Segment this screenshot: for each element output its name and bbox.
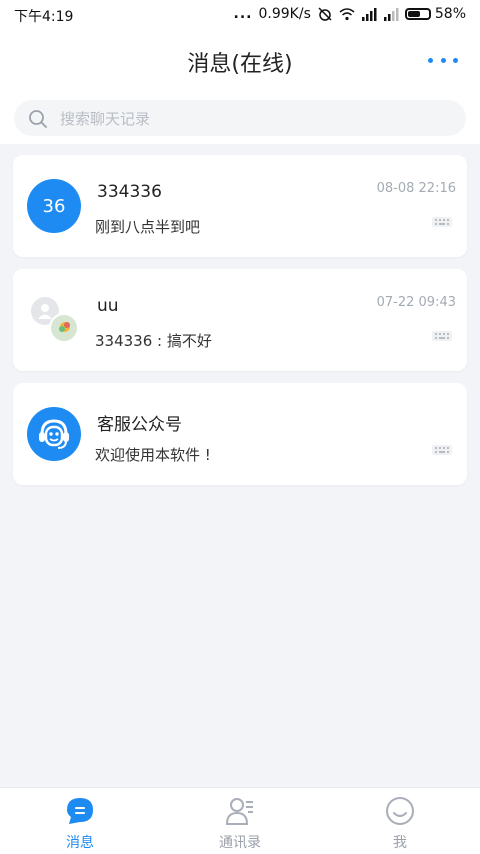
page-title: 消息(在线): [187, 52, 293, 77]
keyboard-icon: [432, 445, 452, 455]
customer-service-icon: [27, 407, 81, 461]
signal-weak-icon: [383, 8, 399, 21]
status-right: ... 0.99K/s 58%: [234, 6, 466, 22]
tab-contacts[interactable]: 通讯录: [180, 794, 300, 852]
battery-percent: 58%: [434, 6, 466, 22]
tab-label: 我: [393, 835, 407, 851]
status-dots: ...: [233, 6, 253, 22]
smiley-face-icon: [386, 797, 414, 825]
conversation-item-service[interactable]: 客服公众号 欢迎使用本软件 !: [13, 383, 467, 485]
conversation-time: 08-08 22:16: [376, 181, 456, 196]
conversation-preview: 刚到八点半到吧: [95, 218, 201, 236]
chat-bubble-icon: [67, 798, 93, 824]
alarm-off-icon: [318, 7, 332, 21]
battery-indicator: 58%: [404, 6, 466, 22]
conversation-name: 334336: [97, 182, 162, 202]
tab-label: 消息: [66, 835, 94, 851]
wifi-icon: [339, 8, 355, 21]
contacts-icon: [225, 798, 253, 825]
tab-messages[interactable]: 消息: [20, 794, 140, 852]
conversation-list: 36 334336 刚到八点半到吧 08-08 22:16 uu 334336 …: [0, 155, 480, 497]
conversation-name: uu: [97, 296, 119, 316]
group-avatar-icon: [27, 293, 81, 347]
more-dots-icon[interactable]: [428, 48, 458, 72]
header: 消息(在线): [0, 30, 480, 90]
status-time: 下午4:19: [14, 9, 74, 25]
app-screen: 下午4:19 ... 0.99K/s 58% 消息(在线) 搜索聊天记录 36 …: [0, 0, 480, 854]
keyboard-icon: [432, 331, 452, 341]
conversation-preview: 欢迎使用本软件 !: [95, 446, 211, 464]
battery-icon: [404, 8, 431, 20]
conversation-name: 客服公众号: [97, 415, 182, 435]
search-icon: [29, 110, 47, 128]
signal-icon: [361, 8, 377, 21]
avatar: 36: [27, 179, 81, 233]
bottom-nav: 消息 通讯录 我: [0, 787, 480, 854]
conversation-preview: 334336 : 搞不好: [95, 332, 212, 350]
conversation-item-uu[interactable]: uu 334336 : 搞不好 07-22 09:43: [13, 269, 467, 371]
search-bar: [0, 90, 480, 144]
tab-label: 通讯录: [219, 835, 261, 851]
search-input[interactable]: [58, 100, 442, 138]
keyboard-icon: [432, 217, 452, 227]
status-bar: 下午4:19 ... 0.99K/s 58%: [0, 0, 480, 30]
conversation-item-334336[interactable]: 36 334336 刚到八点半到吧 08-08 22:16: [13, 155, 467, 257]
conversation-time: 07-22 09:43: [376, 295, 456, 310]
search-box[interactable]: [14, 100, 466, 138]
tab-me[interactable]: 我: [340, 794, 460, 852]
network-speed: 0.99K/s: [258, 6, 311, 22]
